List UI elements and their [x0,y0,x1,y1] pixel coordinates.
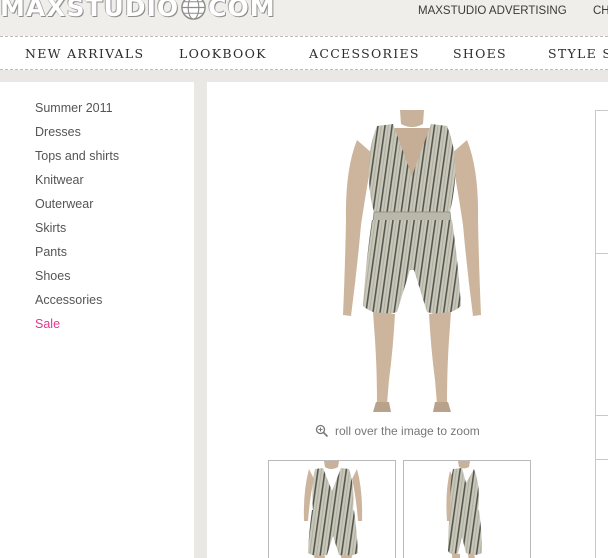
category-accessories[interactable]: Accessories [35,293,102,307]
category-summer-2011[interactable]: Summer 2011 [35,101,113,115]
zoom-hint-text: roll over the image to zoom [335,424,480,438]
zoom-hint: roll over the image to zoom [315,424,480,438]
category-knitwear[interactable]: Knitwear [35,173,84,187]
maxstudio-logo[interactable]: MAXSTUDIO COM [0,0,276,22]
category-tops-and-shirts[interactable]: Tops and shirts [35,149,119,163]
product-image[interactable] [337,110,487,412]
nav-shoes[interactable]: SHOES [453,46,507,61]
right-info-panel [595,110,608,558]
category-dresses[interactable]: Dresses [35,125,81,139]
product-thumbnail-front[interactable] [268,460,396,558]
magnifier-icon [315,424,329,438]
logo-text-left: MAXSTUDIO [0,0,180,22]
nav-new-arrivals[interactable]: NEW ARRIVALS [25,46,144,61]
top-bar: MAXSTUDIO COM MAXSTUDIO ADVERTISING CH [0,0,608,36]
nav-lookbook[interactable]: LOOKBOOK [179,46,267,61]
globe-icon [181,0,206,20]
panel-divider [596,459,608,460]
main-navigation: NEW ARRIVALS LOOKBOOK ACCESSORIES SHOES … [0,36,608,70]
advertising-link[interactable]: MAXSTUDIO ADVERTISING [418,5,567,17]
product-thumbnail-side[interactable] [403,460,531,558]
logo-text-right: COM [208,0,276,22]
panel-divider [596,253,608,254]
truncated-header-link[interactable]: CH [593,5,608,17]
category-sidebar: Summer 2011 Dresses Tops and shirts Knit… [0,82,194,558]
nav-style-sh[interactable]: STYLE SH [548,46,608,61]
panel-divider [596,110,608,111]
nav-accessories[interactable]: ACCESSORIES [309,46,420,61]
panel-divider [596,415,608,416]
category-pants[interactable]: Pants [35,245,67,259]
category-shoes[interactable]: Shoes [35,269,70,283]
category-outerwear[interactable]: Outerwear [35,197,93,211]
category-skirts[interactable]: Skirts [35,221,66,235]
category-sale[interactable]: Sale [35,317,60,331]
product-panel: roll over the image to zoom [207,82,608,558]
